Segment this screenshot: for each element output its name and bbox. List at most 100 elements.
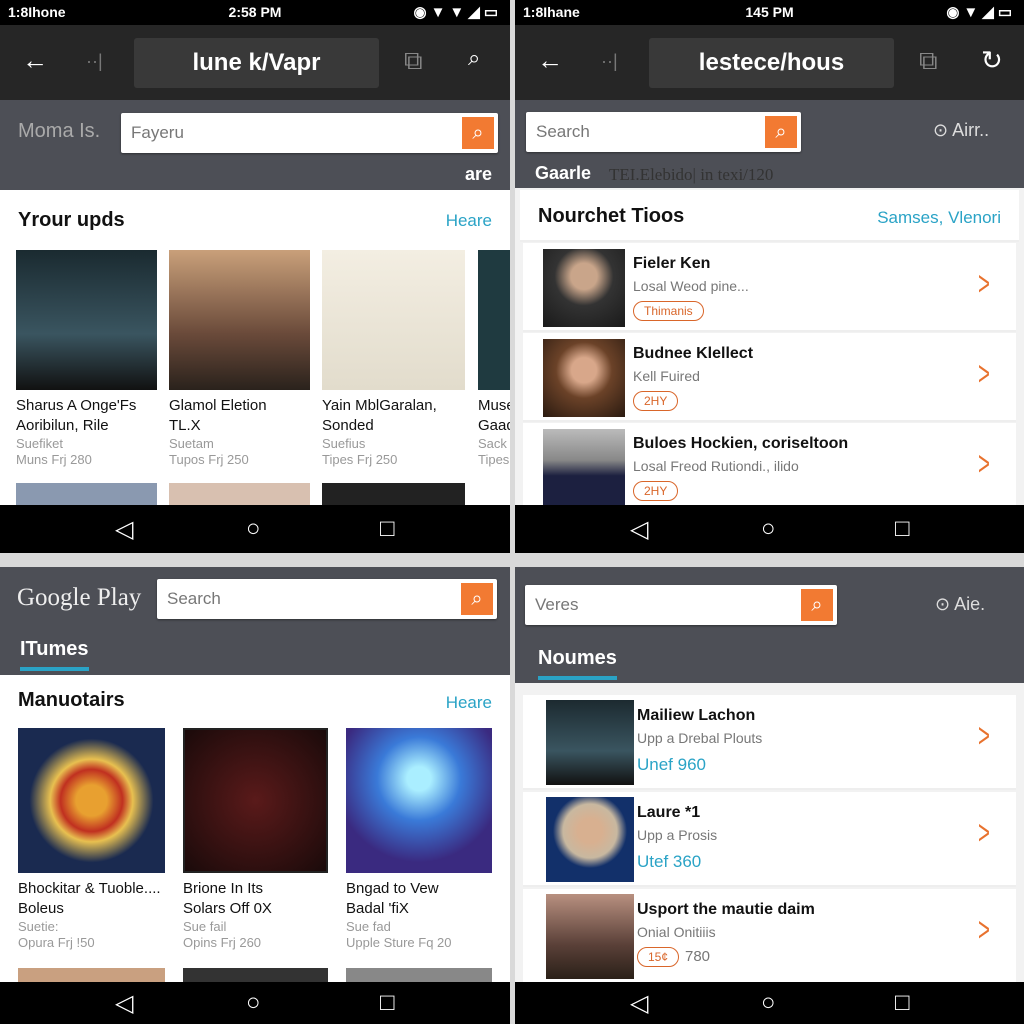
app-tile[interactable]: Sharus A Onge'Fs Aoribilun, Rile Suefiket M… (16, 250, 157, 468)
browser-toolbar: ← ··| lune k/Vapr ⧉ ⌕ (0, 25, 510, 100)
search-button[interactable]: ⌕ (462, 117, 494, 149)
chevron-right-icon[interactable]: > (978, 717, 990, 756)
search-input[interactable]: Fayeru ⌕ (121, 113, 498, 153)
cover-image (546, 700, 634, 785)
text: 15¢ (637, 947, 680, 967)
nav-bar: ◁ ○ □ (515, 982, 1024, 1024)
cover-image (16, 250, 157, 390)
nav-bar: ◁ ○ □ (515, 505, 1024, 553)
text: Unef 960 (637, 755, 706, 774)
more-link[interactable]: Samses, Vlenori (877, 208, 1001, 228)
home-icon[interactable]: ○ (761, 989, 776, 1017)
list-item[interactable]: Mailiew Lachon Upp a Drebal Plouts Unef 96… (523, 695, 1016, 790)
search-value: Veres (535, 595, 579, 614)
store-header: Moma Is. Fayeru ⌕ are (0, 100, 510, 190)
panel-bottom-right: Veres ⌕ ⊙ Aie. Noumes Mailiew Lachon Upp … (515, 567, 1024, 1024)
store-header: Google Play Search ⌕ ITumes (0, 567, 510, 675)
account-button[interactable]: ⊙ Airr.. (933, 120, 989, 141)
chevron-right-icon[interactable]: > (978, 911, 990, 950)
bookmark-icon[interactable]: ⧉ (404, 45, 423, 77)
text: Boleus (18, 900, 64, 917)
chevron-right-icon[interactable]: > (978, 445, 990, 484)
app-tile[interactable]: Bngad to Vew Badal 'fiX Sue fad Upple Sture… (346, 728, 492, 951)
tile-image[interactable] (322, 483, 465, 505)
nav-bar: ◁ ○ □ (0, 505, 510, 553)
chevron-right-icon[interactable]: > (978, 265, 990, 304)
chevron-right-icon[interactable]: > (978, 814, 990, 853)
recents-icon[interactable]: □ (380, 515, 395, 543)
nav-bar: ◁ ○ □ (0, 982, 510, 1024)
tile-image[interactable] (346, 968, 492, 982)
text: Upp a Prosis (637, 827, 718, 843)
app-tile[interactable]: Yain MblGaralan, Sonded Suefius Tipes Frj 2… (322, 250, 465, 468)
chevron-right-icon[interactable]: > (978, 355, 990, 394)
text: Badal 'fiX (346, 900, 409, 917)
search-input[interactable]: Search ⌕ (526, 112, 801, 152)
account-button[interactable]: ⊙ Aie. (935, 594, 985, 615)
list-item[interactable]: Budnee Klellect Kell Fuired 2HY > (523, 333, 1016, 422)
tabs-icon[interactable]: ··| (86, 51, 103, 72)
recents-icon[interactable]: □ (895, 515, 910, 543)
bookmark-icon[interactable]: ⧉ (919, 45, 938, 77)
text: Muse (478, 397, 510, 414)
text: Mailiew Lachon (637, 707, 756, 724)
tile-image[interactable] (169, 483, 310, 505)
back-icon[interactable]: ◁ (115, 515, 133, 544)
search-icon[interactable]: ⌕ (468, 45, 480, 71)
more-link[interactable]: Heare (446, 693, 492, 713)
search-placeholder: Search (167, 589, 221, 608)
tile-image[interactable] (18, 968, 165, 982)
search-input[interactable]: Search ⌕ (157, 579, 497, 619)
home-icon[interactable]: ○ (761, 515, 776, 543)
status-bar: 1:8Ihone 2:58 PM ◉▼▼◢▭ (0, 0, 510, 25)
back-icon[interactable]: ◁ (630, 515, 648, 544)
recents-icon[interactable]: □ (380, 989, 395, 1017)
text: Bhockitar & Tuoble.... (18, 880, 161, 897)
search-button[interactable]: ⌕ (461, 583, 493, 615)
sub-text: TEI.Elebido| in texi/120 (609, 165, 774, 184)
app-tile[interactable]: Muse Gaad SackTipes (478, 250, 510, 468)
status-icons: ◉▼◢▭ (946, 4, 1016, 21)
list-item[interactable]: Buloes Hockien, coriseltoon Losal Freod R… (523, 423, 1016, 512)
text: TL.X (169, 417, 201, 434)
back-icon[interactable]: ◁ (630, 989, 648, 1018)
tabs-icon[interactable]: ··| (601, 51, 618, 72)
cover-image (543, 249, 625, 327)
url-text: lune k/Vapr (192, 49, 321, 76)
list-item[interactable]: Laure *1 Upp a Prosis Utef 360 > (523, 792, 1016, 887)
text: Thimanis (633, 301, 704, 321)
tile-image[interactable] (16, 483, 157, 505)
more-link[interactable]: Heare (446, 211, 492, 231)
text: Laure *1 (637, 804, 701, 821)
tab-itunes[interactable]: ITumes (20, 638, 89, 671)
text: Sack (478, 436, 507, 451)
back-icon[interactable]: ◁ (115, 989, 133, 1018)
tab-noumes[interactable]: Noumes (538, 647, 617, 680)
refresh-icon[interactable]: ↻ (981, 45, 1003, 76)
status-bar: 1:8Ihane 145 PM ◉▼◢▭ (515, 0, 1024, 25)
url-bar[interactable]: lestece/hous (649, 38, 894, 88)
recents-icon[interactable]: □ (895, 989, 910, 1017)
cover-image (478, 250, 510, 390)
url-bar[interactable]: lune k/Vapr (134, 38, 379, 88)
app-tile[interactable]: Bhockitar & Tuoble.... Boleus Suetie: Opura… (18, 728, 165, 951)
list-item[interactable]: Usport the mautie daim Onial Onitiiis 15¢ 7… (523, 889, 1016, 984)
text: Tipes Frj 250 (322, 452, 398, 467)
back-arrow-icon[interactable]: ← (22, 45, 48, 76)
search-button[interactable]: ⌕ (765, 116, 797, 148)
search-input[interactable]: Veres ⌕ (525, 585, 837, 625)
list-item[interactable]: Fieler Ken Losal Weod pine... Thimanis > (523, 243, 1016, 332)
header-label: Moma Is. (18, 120, 101, 142)
header-extra[interactable]: are (465, 164, 492, 185)
back-arrow-icon[interactable]: ← (537, 45, 563, 76)
search-button[interactable]: ⌕ (801, 589, 833, 621)
section-title: Nourchet Tioos (538, 205, 685, 227)
app-tile[interactable]: Glamol Eletion TL.X Suetam Tupos Frj 250 (169, 250, 310, 468)
home-icon[interactable]: ○ (246, 515, 261, 543)
text: Buloes Hockien, coriseltoon (633, 435, 849, 452)
tile-image[interactable] (183, 968, 328, 982)
app-tile[interactable]: Brione In Its Solars Off 0X Sue fail Opins … (183, 728, 328, 951)
cover-image (183, 728, 328, 873)
home-icon[interactable]: ○ (246, 989, 261, 1017)
text: Onial Onitiiis (637, 924, 716, 940)
